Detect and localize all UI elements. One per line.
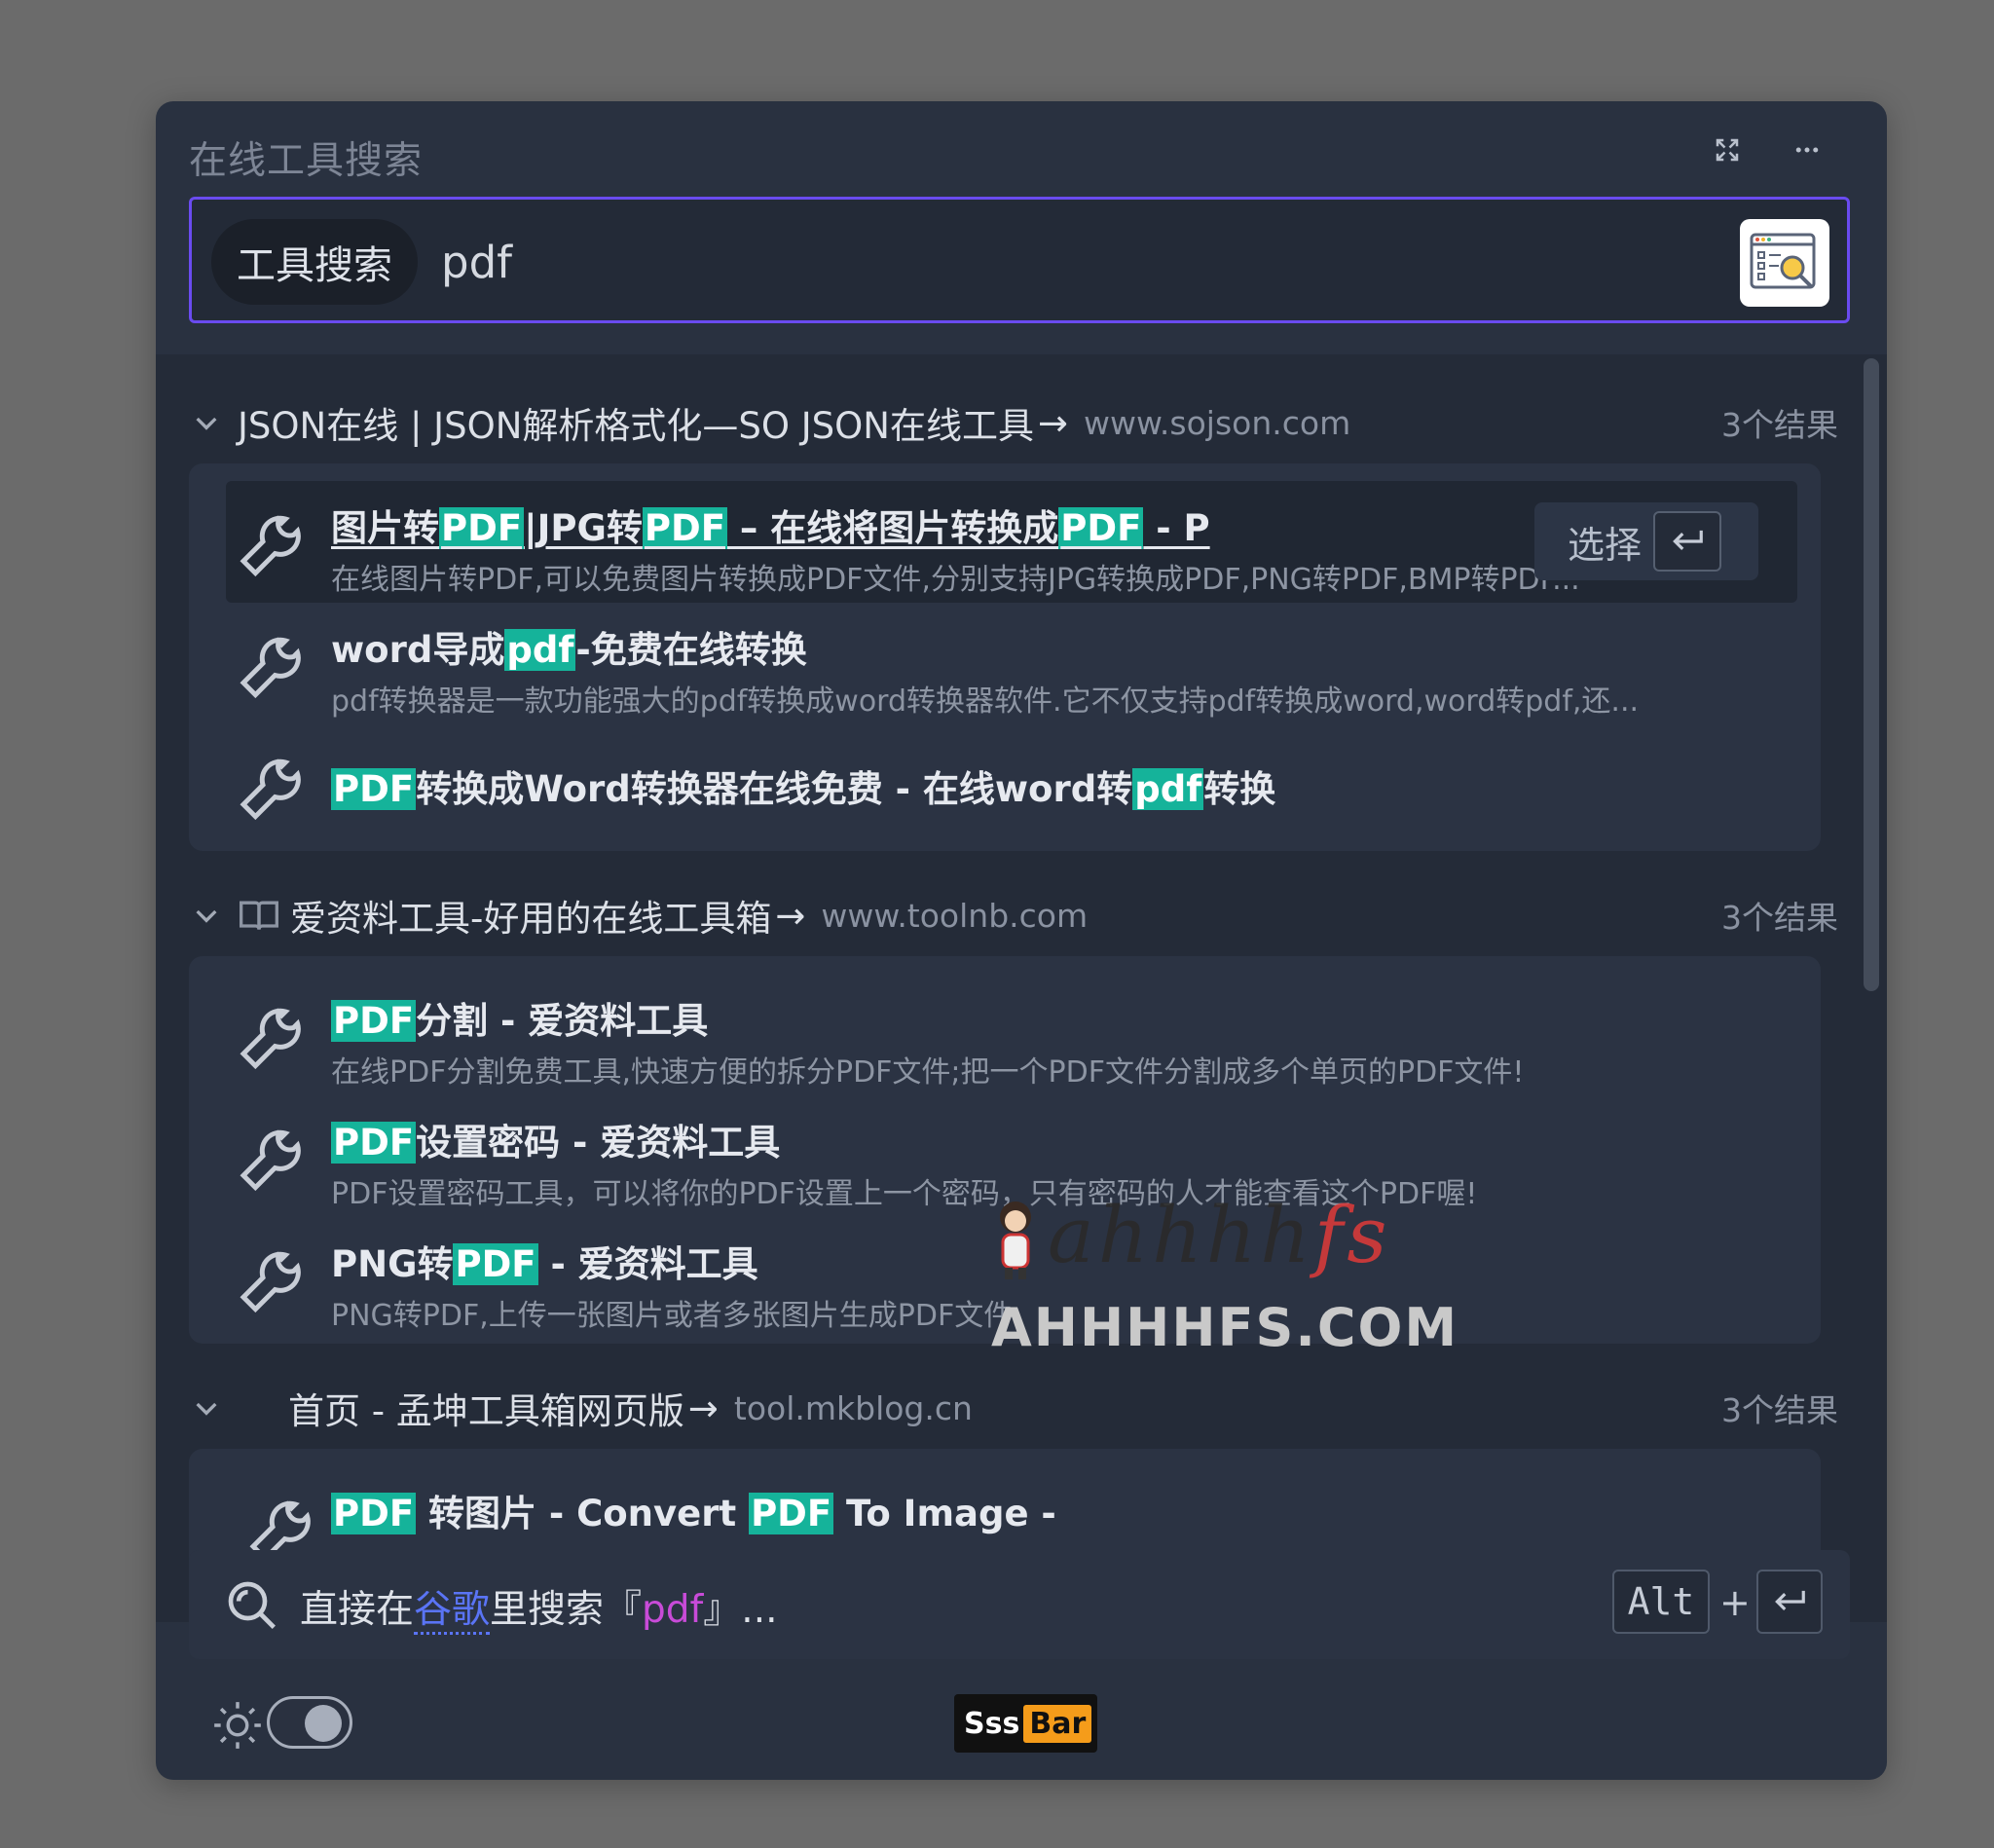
match-highlight: PDF (331, 768, 417, 810)
wrench-icon (240, 515, 301, 577)
sun-icon (214, 1702, 261, 1749)
match-highlight: pdf (1132, 768, 1204, 810)
wrench-icon (240, 1129, 301, 1192)
web-search-row[interactable]: 直接在谷歌里搜索『pdf』... Alt + (189, 1550, 1850, 1659)
bottom-bar: Sss Bar (156, 1679, 1887, 1780)
web-search-text: 直接在谷歌里搜索『pdf』... (300, 1579, 778, 1635)
match-highlight: PDF (331, 1000, 417, 1042)
window-title: 在线工具搜索 (189, 139, 424, 183)
result-count: 3个结果 (1721, 1391, 1838, 1429)
search-input[interactable] (441, 225, 1415, 299)
select-button[interactable]: 选择 (1534, 502, 1758, 580)
more-button[interactable] (1786, 129, 1828, 171)
match-highlight: PDF (749, 1493, 834, 1534)
result-description: PDF设置密码工具，可以将你的PDF设置上一个密码，只有密码的人才能查看这个PD… (331, 1177, 1478, 1211)
result-title[interactable]: 图片转PDF|JPG转PDF – 在线将图片转换成PDF - P (331, 499, 1210, 551)
search-bar: 工具搜索 (189, 197, 1850, 323)
chevron-down-icon[interactable] (191, 1390, 226, 1425)
enter-key-icon (1756, 1570, 1823, 1634)
result-description: PNG转PDF,上传一张图片或者多张图片生成PDF文件. (331, 1299, 1022, 1333)
result-count: 3个结果 (1721, 899, 1838, 937)
result-item[interactable]: PDF分割 - 爱资料工具 在线PDF分割免费工具,快速方便的拆分PDF文件;把… (189, 974, 1821, 1095)
book-icon (238, 894, 280, 937)
moon-icon (371, 1701, 394, 1746)
result-description: 在线图片转PDF,可以免费图片转换成PDF文件,分别支持JPG转换成PDF,PN… (331, 563, 1580, 597)
group-header[interactable]: JSON在线 | JSON解析格式化—SO JSON在线工具 → www.soj… (191, 395, 1865, 450)
chevron-down-icon[interactable] (191, 405, 226, 440)
search-icon (228, 1581, 276, 1629)
result-item[interactable]: 图片转PDF|JPG转PDF – 在线将图片转换成PDF - P 在线图片转PD… (226, 481, 1797, 603)
tool-search-logo-icon[interactable] (1740, 219, 1829, 307)
group-title: 首页 - 孟坤工具箱网页版 (288, 1390, 684, 1432)
result-title[interactable]: PDF 转图片 - Convert PDF To Image - (331, 1484, 1056, 1536)
fullscreen-icon (1716, 138, 1739, 162)
group-site[interactable]: www.sojson.com (1084, 404, 1350, 442)
search-engine-link[interactable]: 谷歌 (414, 1588, 491, 1635)
wrench-icon (240, 637, 301, 699)
group-title: 爱资料工具-好用的在线工具箱 (290, 898, 772, 940)
more-icon (1795, 147, 1819, 153)
chevron-down-icon[interactable] (191, 898, 226, 933)
group-header[interactable]: 爱资料工具-好用的在线工具箱 → www.toolnb.com 3个结果 (191, 888, 1865, 942)
result-item[interactable]: PDF设置密码 - 爱资料工具 PDF设置密码工具，可以将你的PDF设置上一个密… (189, 1095, 1821, 1217)
search-mode-chip[interactable]: 工具搜索 (211, 219, 418, 305)
match-highlight: PDF (439, 507, 525, 549)
match-highlight: PDF (642, 507, 727, 549)
match-highlight: PDF (331, 1493, 417, 1534)
result-item[interactable]: PNG转PDF - 爱资料工具 PNG转PDF,上传一张图片或者多张图片生成PD… (189, 1217, 1821, 1339)
wrench-icon (240, 1008, 301, 1070)
match-highlight: PDF (1058, 507, 1144, 549)
arrow-right-icon: → (1037, 401, 1068, 444)
group-header[interactable]: 首页 - 孟坤工具箱网页版 → tool.mkblog.cn 3个结果 (191, 1381, 1865, 1435)
tool-search-window: 在线工具搜索 工具搜索 pdf JSON在线 | JSON解析格式化—SO JS… (156, 101, 1887, 1780)
sssbar-logo: Sss Bar (954, 1694, 1098, 1753)
result-description: 在线PDF分割免费工具,快速方便的拆分PDF文件;把一个PDF文件分割成多个单页… (331, 1055, 1525, 1090)
match-highlight: PDF (331, 1122, 417, 1164)
group-title: JSON在线 | JSON解析格式化—SO JSON在线工具 (238, 405, 1034, 447)
plus-sign: + (1719, 1581, 1751, 1624)
arrow-right-icon: → (687, 1386, 719, 1429)
theme-toggle[interactable] (267, 1696, 352, 1749)
fullscreen-button[interactable] (1706, 129, 1749, 171)
alt-key: Alt (1612, 1570, 1710, 1634)
arrow-right-icon: → (775, 894, 806, 937)
toggle-knob (305, 1705, 342, 1742)
group-site[interactable]: www.toolnb.com (821, 897, 1088, 935)
result-title[interactable]: PNG转PDF - 爱资料工具 (331, 1235, 758, 1287)
select-label: 选择 (1568, 523, 1643, 567)
result-item[interactable]: word导成pdf-免费在线转换 pdf转换器是一款功能强大的pdf转换成wor… (189, 603, 1821, 724)
result-description: pdf转换器是一款功能强大的pdf转换成word转换器软件.它不仅支持pdf转换… (331, 684, 1640, 719)
result-item[interactable]: PDF转换成Word转换器在线免费 - 在线word转pdf转换 (189, 724, 1821, 846)
group-card: 图片转PDF|JPG转PDF – 在线将图片转换成PDF - P 在线图片转PD… (189, 463, 1821, 851)
result-title[interactable]: PDF分割 - 爱资料工具 (331, 991, 708, 1044)
match-highlight: PDF (453, 1243, 538, 1285)
result-count: 3个结果 (1721, 406, 1838, 444)
group-site[interactable]: tool.mkblog.cn (734, 1389, 973, 1427)
wrench-icon (240, 758, 301, 821)
match-highlight: pdf (504, 629, 576, 671)
scrollbar[interactable] (1864, 358, 1879, 991)
enter-key-icon (1653, 511, 1722, 572)
result-title[interactable]: PDF转换成Word转换器在线免费 - 在线word转pdf转换 (331, 759, 1275, 812)
result-title[interactable]: PDF设置密码 - 爱资料工具 (331, 1113, 780, 1165)
results-list[interactable]: JSON在线 | JSON解析格式化—SO JSON在线工具 → www.soj… (156, 354, 1887, 1622)
group-card: PDF分割 - 爱资料工具 在线PDF分割免费工具,快速方便的拆分PDF文件;把… (189, 956, 1821, 1344)
result-title[interactable]: word导成pdf-免费在线转换 (331, 620, 807, 673)
wrench-icon (240, 1251, 301, 1313)
